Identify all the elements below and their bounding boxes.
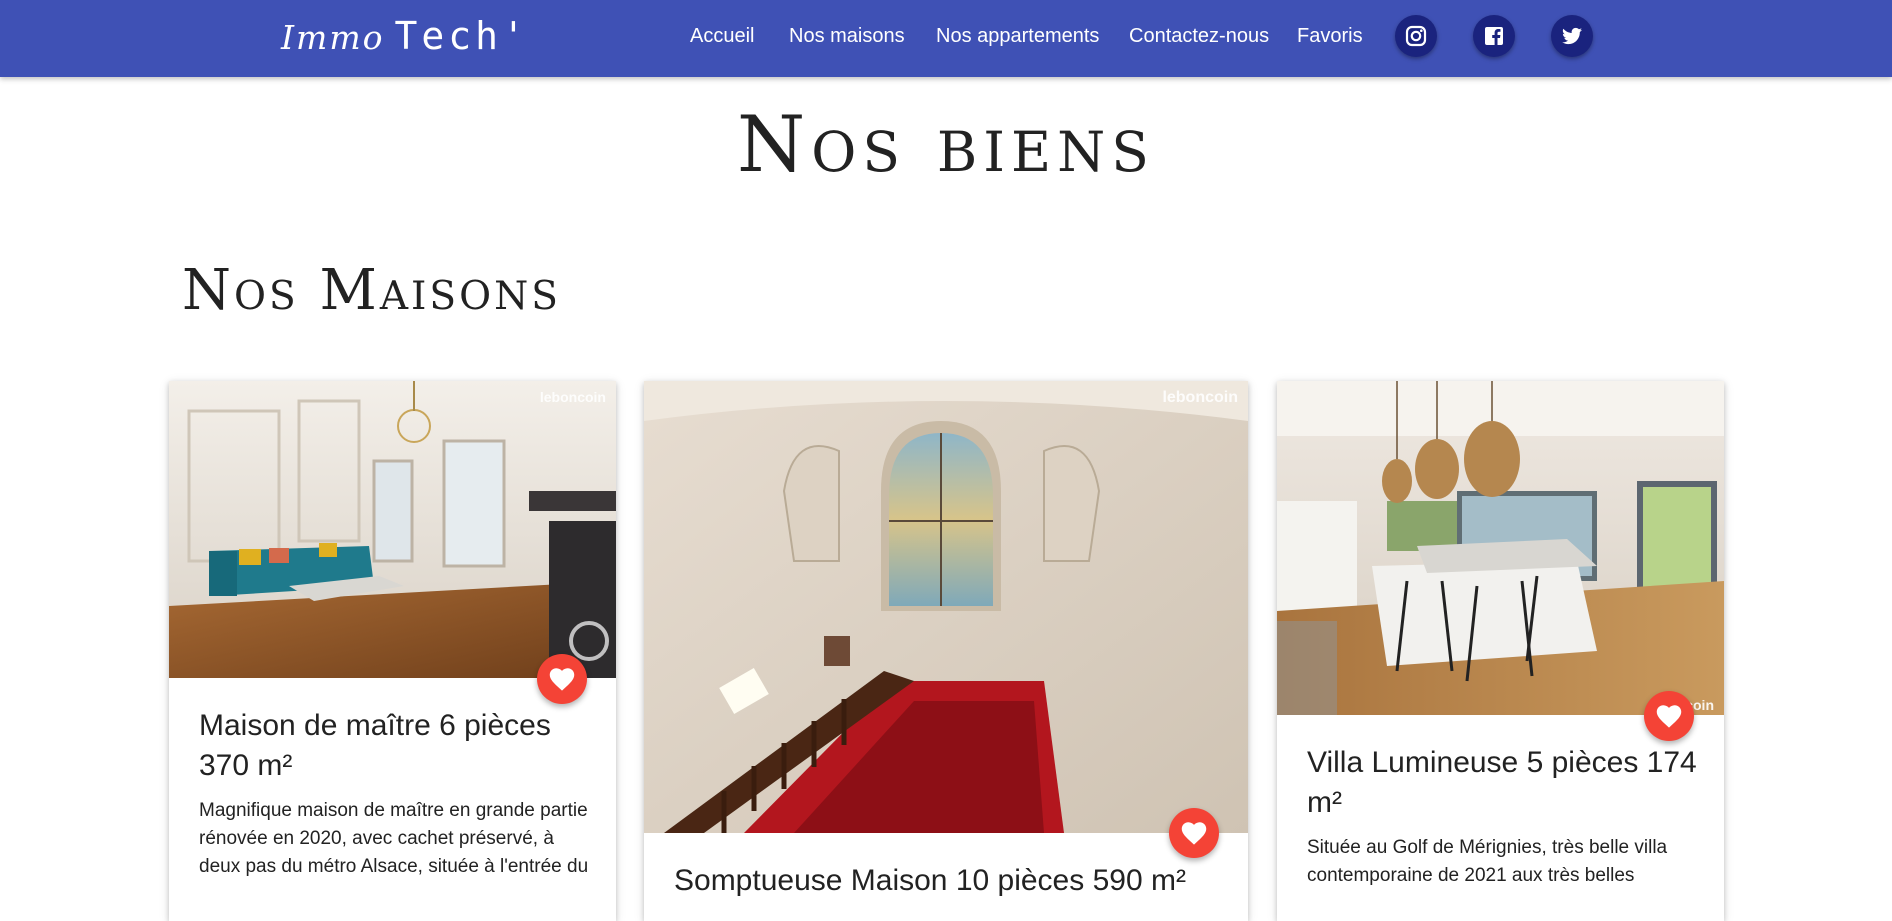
brand-logo[interactable]: Immo Tech': [281, 14, 529, 59]
nav-nos-appartements[interactable]: Nos appartements: [936, 25, 1099, 48]
brand-part1: Immo: [281, 18, 385, 57]
property-title[interactable]: Maison de maître 6 pièces 370 m²: [199, 706, 589, 786]
twitter-button[interactable]: [1551, 15, 1593, 57]
facebook-icon: [1485, 27, 1503, 45]
leboncoin-watermark: leboncoin: [1162, 389, 1238, 406]
section-title: Nos Maisons: [182, 258, 561, 323]
property-description: Située au Golf de Mérignies, très belle …: [1307, 837, 1668, 886]
favorite-button[interactable]: [1644, 691, 1694, 741]
property-image-kitchen[interactable]: coin: [1277, 381, 1724, 715]
top-navbar: Immo Tech' Accueil Nos maisons Nos appart…: [0, 0, 1892, 77]
instagram-button[interactable]: [1395, 15, 1437, 57]
property-card-3[interactable]: coin Villa Lumineuse 5 pièces 174 m² Sit…: [1277, 381, 1724, 921]
nav-accueil[interactable]: Accueil: [690, 25, 754, 48]
property-image-staircase[interactable]: leboncoin: [644, 381, 1248, 833]
heart-icon: [1181, 822, 1207, 845]
facebook-button[interactable]: [1473, 15, 1515, 57]
page-title: Nos biens: [737, 100, 1155, 190]
property-card-1[interactable]: leboncoin Maison de maître 6 pièces 370 …: [169, 381, 616, 921]
heart-icon: [549, 668, 575, 691]
heart-icon: [1656, 705, 1682, 728]
property-title[interactable]: Somptueuse Maison 10 pièces 590 m²: [674, 861, 1234, 901]
nav-favoris[interactable]: Favoris: [1297, 25, 1363, 48]
property-image-living-room[interactable]: leboncoin: [169, 381, 616, 678]
favorite-button[interactable]: [1169, 808, 1219, 858]
nav-nos-maisons[interactable]: Nos maisons: [789, 25, 905, 48]
twitter-icon: [1562, 27, 1582, 45]
property-title[interactable]: Villa Lumineuse 5 pièces 174 m²: [1307, 743, 1707, 823]
property-description: Magnifique maison de maître en grande pa…: [199, 800, 589, 877]
property-card-2[interactable]: leboncoin Somptueuse Maison 10 pièces 59…: [644, 381, 1248, 921]
favorite-button[interactable]: [537, 654, 587, 704]
brand-part2: Tech': [394, 14, 529, 58]
leboncoin-watermark: leboncoin: [539, 389, 606, 405]
nav-contactez-nous[interactable]: Contactez-nous: [1129, 25, 1269, 48]
instagram-icon: [1405, 25, 1427, 47]
